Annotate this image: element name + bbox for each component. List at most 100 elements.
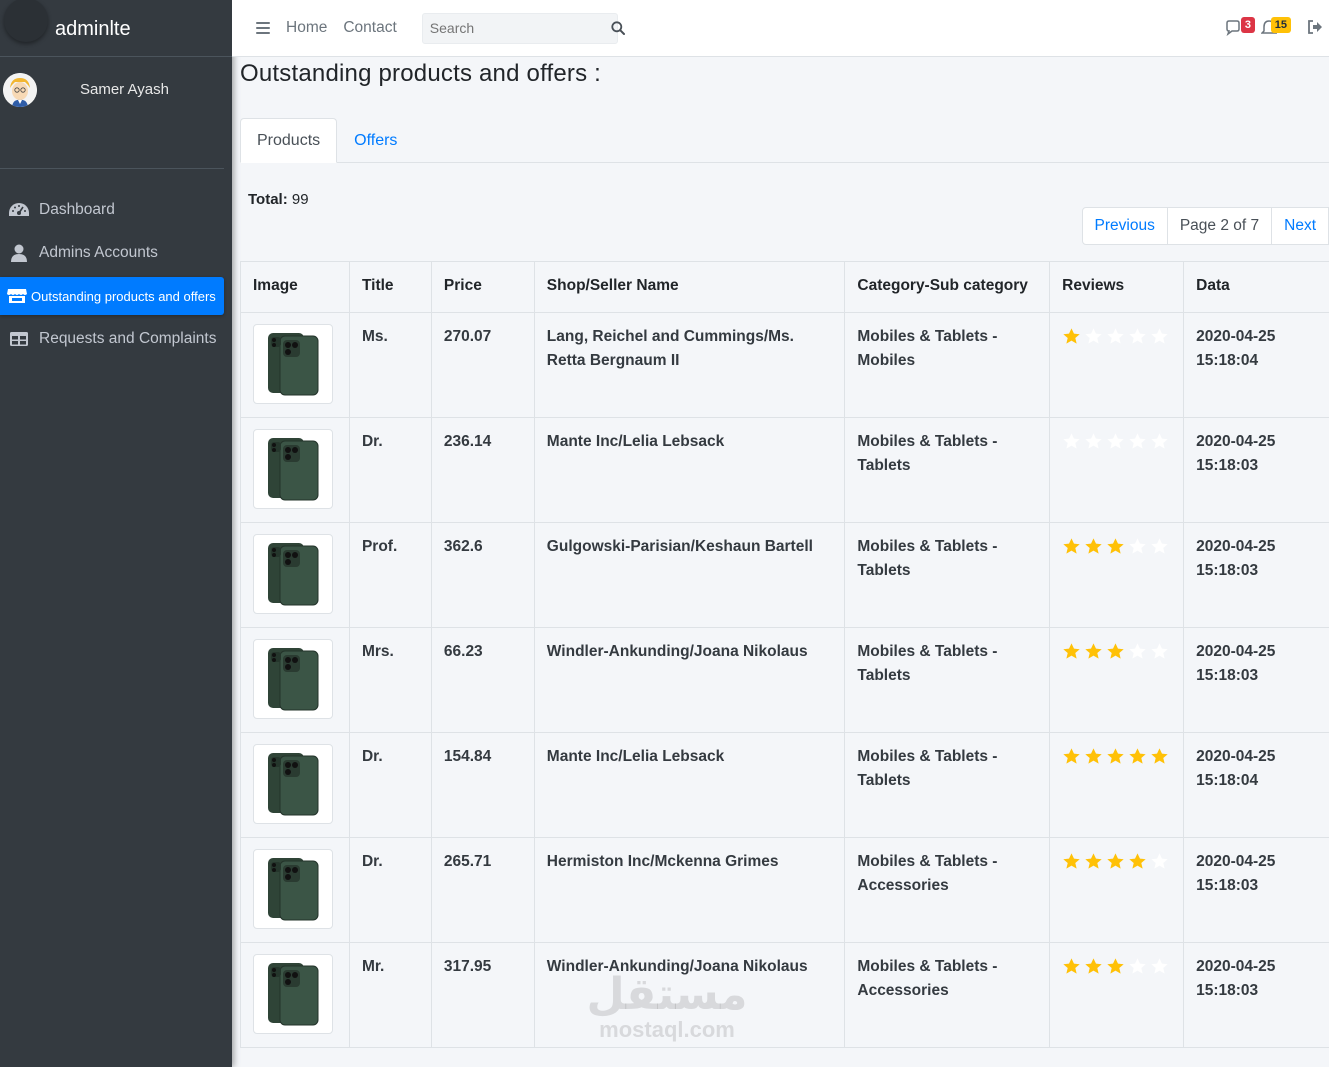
user-name[interactable]: Samer Ayash bbox=[80, 81, 169, 98]
product-thumbnail[interactable] bbox=[253, 954, 333, 1034]
product-category: Mobiles & Tablets - Accessories bbox=[844, 837, 1051, 943]
product-date: 2020-04-25 15:18:03 bbox=[1183, 522, 1329, 628]
star-filled-icon bbox=[1107, 958, 1124, 974]
sidebar-item-dashboard[interactable]: Dashboard bbox=[0, 191, 224, 229]
product-thumbnail[interactable] bbox=[253, 324, 333, 404]
sidebar-item-label: Admins Accounts bbox=[39, 244, 158, 261]
star-filled-icon bbox=[1085, 853, 1102, 869]
product-seller: Mante Inc/Lelia Lebsack bbox=[533, 732, 846, 838]
brand-logo bbox=[4, 0, 48, 42]
product-category: Mobiles & Tablets - Accessories bbox=[844, 942, 1051, 1048]
table-row: Dr. 236.14 Mante Inc/Lelia Lebsack Mobiles … bbox=[240, 417, 1329, 523]
column-header-date[interactable]: Data bbox=[1183, 261, 1329, 313]
product-seller: Windler-Ankunding/Joana Nikolaus bbox=[533, 627, 846, 733]
star-filled-icon bbox=[1063, 958, 1080, 974]
rating-stars bbox=[1062, 955, 1171, 976]
brand-link[interactable]: adminlte bbox=[0, 0, 232, 57]
product-price: 362.6 bbox=[430, 522, 535, 628]
star-empty-icon bbox=[1085, 328, 1102, 344]
dashboard-icon bbox=[8, 201, 30, 219]
product-reviews bbox=[1049, 312, 1185, 418]
sidebar-item-label: Outstanding products and offers bbox=[31, 288, 216, 304]
nav-link-home[interactable]: Home bbox=[286, 19, 327, 37]
star-filled-icon bbox=[1085, 958, 1102, 974]
product-reviews bbox=[1049, 522, 1185, 628]
logout-icon[interactable] bbox=[1307, 19, 1323, 35]
product-price: 154.84 bbox=[430, 732, 535, 838]
product-thumbnail[interactable] bbox=[253, 639, 333, 719]
product-thumbnail[interactable] bbox=[253, 534, 333, 614]
product-category: Mobiles & Tablets - Tablets bbox=[844, 627, 1051, 733]
column-header-title[interactable]: Title bbox=[348, 261, 432, 313]
search-form bbox=[421, 12, 625, 44]
sidebar-item-admins[interactable]: Admins Accounts bbox=[0, 234, 224, 272]
star-filled-icon bbox=[1063, 748, 1080, 764]
tab-offers[interactable]: Offers bbox=[337, 118, 414, 162]
tab-products[interactable]: Products bbox=[240, 118, 338, 163]
star-filled-icon bbox=[1063, 538, 1080, 554]
next-page-button[interactable]: Next bbox=[1271, 207, 1329, 245]
rating-stars bbox=[1062, 850, 1171, 871]
product-price: 265.71 bbox=[430, 837, 535, 943]
previous-page-button[interactable]: Previous bbox=[1081, 207, 1168, 245]
rating-stars bbox=[1062, 430, 1171, 451]
user-avatar[interactable] bbox=[3, 73, 37, 107]
sidebar-nav: Dashboard Admins Accounts Outstanding pr… bbox=[0, 191, 232, 358]
column-header-price[interactable]: Price bbox=[430, 261, 535, 313]
product-image-cell bbox=[240, 837, 350, 943]
page-title: Outstanding products and offers : bbox=[240, 60, 602, 87]
messages-dropdown[interactable]: 3 bbox=[1225, 17, 1255, 37]
product-reviews bbox=[1049, 627, 1185, 733]
star-filled-icon bbox=[1063, 328, 1080, 344]
sidebar: adminlte Samer Ayash Dashboard Admins Ac… bbox=[0, 0, 232, 1067]
product-price: 270.07 bbox=[430, 312, 535, 418]
product-date: 2020-04-25 15:18:04 bbox=[1183, 312, 1329, 418]
product-thumbnail[interactable] bbox=[253, 429, 333, 509]
product-thumbnail[interactable] bbox=[253, 849, 333, 929]
top-navbar: Home Contact 3 15 bbox=[232, 0, 1329, 57]
star-empty-icon bbox=[1129, 433, 1146, 449]
product-seller: Gulgowski-Parisian/Keshaun Bartell bbox=[533, 522, 846, 628]
star-filled-icon bbox=[1151, 748, 1168, 764]
table-header-row: Image Title Price Shop/Seller Name Categ… bbox=[240, 261, 1329, 313]
rating-stars bbox=[1062, 325, 1171, 346]
star-filled-icon bbox=[1085, 538, 1102, 554]
product-seller: Hermiston Inc/Mckenna Grimes bbox=[533, 837, 846, 943]
star-empty-icon bbox=[1063, 433, 1080, 449]
comments-icon bbox=[1226, 20, 1240, 36]
product-title: Dr. bbox=[348, 417, 432, 523]
notifications-dropdown[interactable]: 15 bbox=[1261, 17, 1291, 37]
menu-toggle-icon[interactable] bbox=[256, 22, 270, 34]
column-header-image[interactable]: Image bbox=[240, 261, 350, 313]
star-empty-icon bbox=[1129, 538, 1146, 554]
table-row: Mr. 317.95 Windler-Ankunding/Joana Nikolau… bbox=[240, 942, 1329, 1048]
messages-count-badge: 3 bbox=[1240, 17, 1255, 33]
product-reviews bbox=[1049, 942, 1185, 1048]
sidebar-item-requests[interactable]: Requests and Complaints bbox=[0, 320, 224, 358]
current-page-indicator: Page 2 of 7 bbox=[1166, 207, 1273, 245]
column-header-reviews[interactable]: Reviews bbox=[1049, 261, 1185, 313]
star-filled-icon bbox=[1129, 748, 1146, 764]
notifications-count-badge: 15 bbox=[1270, 17, 1291, 33]
product-thumbnail[interactable] bbox=[253, 744, 333, 824]
star-filled-icon bbox=[1107, 748, 1124, 764]
search-input[interactable] bbox=[422, 20, 611, 36]
star-empty-icon bbox=[1107, 328, 1124, 344]
total-value: 99 bbox=[291, 191, 309, 208]
column-header-seller[interactable]: Shop/Seller Name bbox=[533, 261, 846, 313]
table-row: Dr. 154.84 Mante Inc/Lelia Lebsack Mobiles … bbox=[240, 732, 1329, 838]
sidebar-item-outstanding-products[interactable]: Outstanding products and offers bbox=[0, 277, 224, 315]
tabs: Products Offers bbox=[240, 118, 1329, 163]
column-header-category[interactable]: Category-Sub category bbox=[844, 261, 1051, 313]
star-empty-icon bbox=[1129, 958, 1146, 974]
table-row: Mrs. 66.23 Windler-Ankunding/Joana Nikolau… bbox=[240, 627, 1329, 733]
product-image-cell bbox=[240, 522, 350, 628]
main-content: Outstanding products and offers : Produc… bbox=[240, 57, 1329, 1048]
sidebar-item-label: Requests and Complaints bbox=[39, 330, 217, 347]
rating-stars bbox=[1062, 640, 1171, 661]
product-seller: Lang, Reichel and Cummings/Ms. Retta Ber… bbox=[533, 312, 846, 418]
product-title: Dr. bbox=[348, 732, 432, 838]
nav-link-contact[interactable]: Contact bbox=[343, 19, 396, 37]
product-reviews bbox=[1049, 417, 1185, 523]
search-icon[interactable] bbox=[611, 21, 625, 35]
